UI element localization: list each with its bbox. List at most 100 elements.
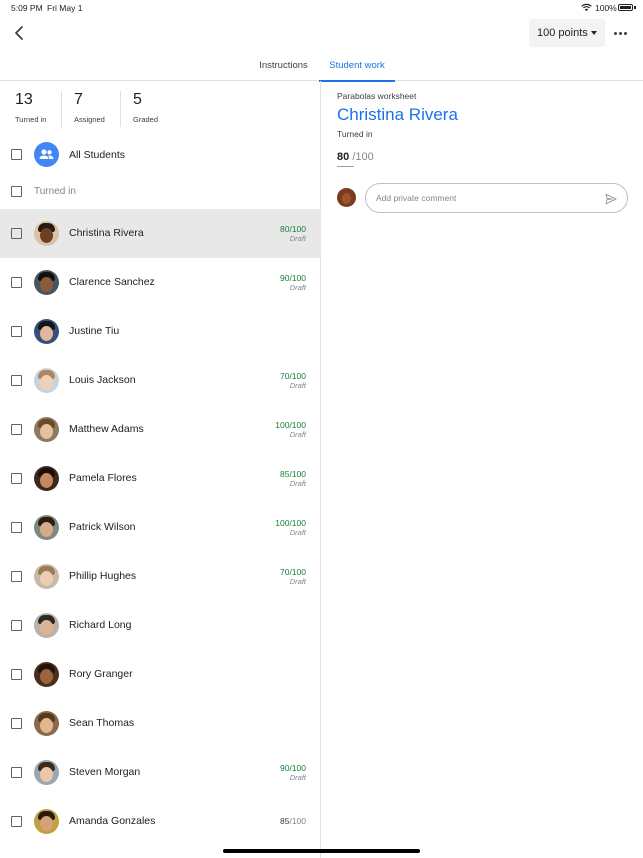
grade-status: Draft — [289, 381, 306, 390]
student-list: Christina Rivera 80/100 Draft Clarence S… — [0, 209, 321, 846]
student-checkbox[interactable] — [11, 522, 22, 533]
back-arrow-icon[interactable] — [9, 22, 31, 44]
student-grade: 85/100 Draft — [280, 469, 306, 488]
stat-turned-in[interactable]: 13 Turned in — [15, 91, 46, 129]
student-avatar — [34, 564, 59, 589]
student-row[interactable]: Clarence Sanchez 90/100 Draft — [0, 258, 321, 307]
student-checkbox[interactable] — [11, 718, 22, 729]
student-checkbox[interactable] — [11, 816, 22, 827]
grade-field[interactable]: 80 /100 — [337, 151, 374, 163]
student-avatar — [34, 662, 59, 687]
student-avatar — [34, 417, 59, 442]
private-comment-input[interactable]: Add private comment — [365, 183, 628, 213]
student-checkbox[interactable] — [11, 326, 22, 337]
grade-status: Draft — [289, 283, 306, 292]
stat-label: Graded — [133, 115, 159, 124]
stat-label: Assigned — [74, 115, 105, 124]
grade-status: Draft — [289, 430, 306, 439]
select-turned-in-checkbox[interactable] — [11, 186, 22, 197]
grade-score: 70/100 — [280, 371, 306, 381]
home-indicator — [223, 849, 420, 853]
stat-assigned[interactable]: 7 Assigned — [74, 91, 105, 129]
points-dropdown[interactable]: 100 points — [529, 19, 605, 47]
student-name: Justine Tiu — [69, 325, 120, 337]
more-icon[interactable] — [608, 22, 632, 44]
people-icon — [34, 142, 59, 167]
student-name: Christina Rivera — [69, 227, 144, 239]
all-students-label: All Students — [69, 149, 126, 161]
grade-score: 100/100 — [275, 420, 306, 430]
student-checkbox[interactable] — [11, 228, 22, 239]
student-avatar — [34, 270, 59, 295]
divider — [120, 91, 121, 127]
submission-status: Turned in — [337, 129, 373, 139]
student-checkbox[interactable] — [11, 424, 22, 435]
all-students-row[interactable]: All Students — [0, 141, 321, 169]
student-heading: Christina Rivera — [337, 105, 458, 124]
tab-instructions[interactable]: Instructions — [252, 50, 315, 81]
stat-label: Turned in — [15, 115, 47, 124]
student-name: Patrick Wilson — [69, 521, 136, 533]
student-name: Pamela Flores — [69, 472, 137, 484]
student-grade: 70/100 Draft — [280, 567, 306, 586]
student-grade: 90/100 Draft — [280, 763, 306, 782]
assignment-title: Parabolas worksheet — [337, 91, 417, 101]
student-row[interactable]: Sean Thomas — [0, 699, 321, 748]
student-row[interactable]: Patrick Wilson 100/100 Draft — [0, 503, 321, 552]
student-row[interactable]: Rory Granger — [0, 650, 321, 699]
student-checkbox[interactable] — [11, 767, 22, 778]
student-name: Amanda Gonzales — [69, 815, 156, 827]
grade-status: Draft — [289, 577, 306, 586]
student-avatar — [34, 809, 59, 834]
stat-value: 5 — [133, 91, 142, 108]
student-avatar — [34, 466, 59, 491]
student-row[interactable]: Matthew Adams 100/100 Draft — [0, 405, 321, 454]
student-row[interactable]: Justine Tiu — [0, 307, 321, 356]
stat-value: 7 — [74, 91, 83, 108]
grade-score: 90/100 — [280, 273, 306, 283]
student-checkbox[interactable] — [11, 473, 22, 484]
status-time: 5:09 PM — [11, 3, 43, 13]
student-row[interactable]: Louis Jackson 70/100 Draft — [0, 356, 321, 405]
student-row[interactable]: Christina Rivera 80/100 Draft — [0, 209, 321, 258]
student-grade: 85/100 — [280, 812, 306, 826]
grade-score: 100/100 — [275, 518, 306, 528]
student-row[interactable]: Pamela Flores 85/100 Draft — [0, 454, 321, 503]
grade-score: 85/100 — [280, 816, 306, 826]
grade-score: 70/100 — [280, 567, 306, 577]
battery-icon — [618, 4, 633, 11]
student-name: Steven Morgan — [69, 766, 141, 778]
send-icon[interactable] — [605, 193, 617, 205]
student-avatar — [34, 368, 59, 393]
student-checkbox[interactable] — [11, 620, 22, 631]
tab-student-work[interactable]: Student work — [319, 50, 395, 82]
student-list-panel: 13 Turned in 7 Assigned 5 Graded All Stu… — [0, 81, 321, 858]
student-row[interactable]: Phillip Hughes 70/100 Draft — [0, 552, 321, 601]
student-avatar — [34, 760, 59, 785]
student-avatar — [34, 613, 59, 638]
student-row[interactable]: Steven Morgan 90/100 Draft — [0, 748, 321, 797]
select-all-checkbox[interactable] — [11, 149, 22, 160]
turned-in-section-header: Turned in — [0, 181, 321, 203]
student-row[interactable]: Richard Long — [0, 601, 321, 650]
student-checkbox[interactable] — [11, 571, 22, 582]
student-checkbox[interactable] — [11, 375, 22, 386]
student-name: Matthew Adams — [69, 423, 144, 435]
commenter-avatar — [337, 188, 356, 207]
battery-tip — [634, 6, 636, 9]
stat-graded[interactable]: 5 Graded — [133, 91, 158, 129]
section-label: Turned in — [34, 186, 76, 197]
student-grade: 90/100 Draft — [280, 273, 306, 292]
student-row[interactable]: Amanda Gonzales 85/100 — [0, 797, 321, 846]
stat-value: 13 — [15, 91, 33, 108]
student-avatar — [34, 711, 59, 736]
student-name: Clarence Sanchez — [69, 276, 155, 288]
tab-bar: Instructions Student work — [0, 50, 643, 82]
student-grade: 100/100 Draft — [275, 518, 306, 537]
student-name: Richard Long — [69, 619, 132, 631]
student-grade: 80/100 Draft — [280, 224, 306, 243]
student-grade: 100/100 Draft — [275, 420, 306, 439]
student-name: Louis Jackson — [69, 374, 136, 386]
student-checkbox[interactable] — [11, 277, 22, 288]
student-checkbox[interactable] — [11, 669, 22, 680]
